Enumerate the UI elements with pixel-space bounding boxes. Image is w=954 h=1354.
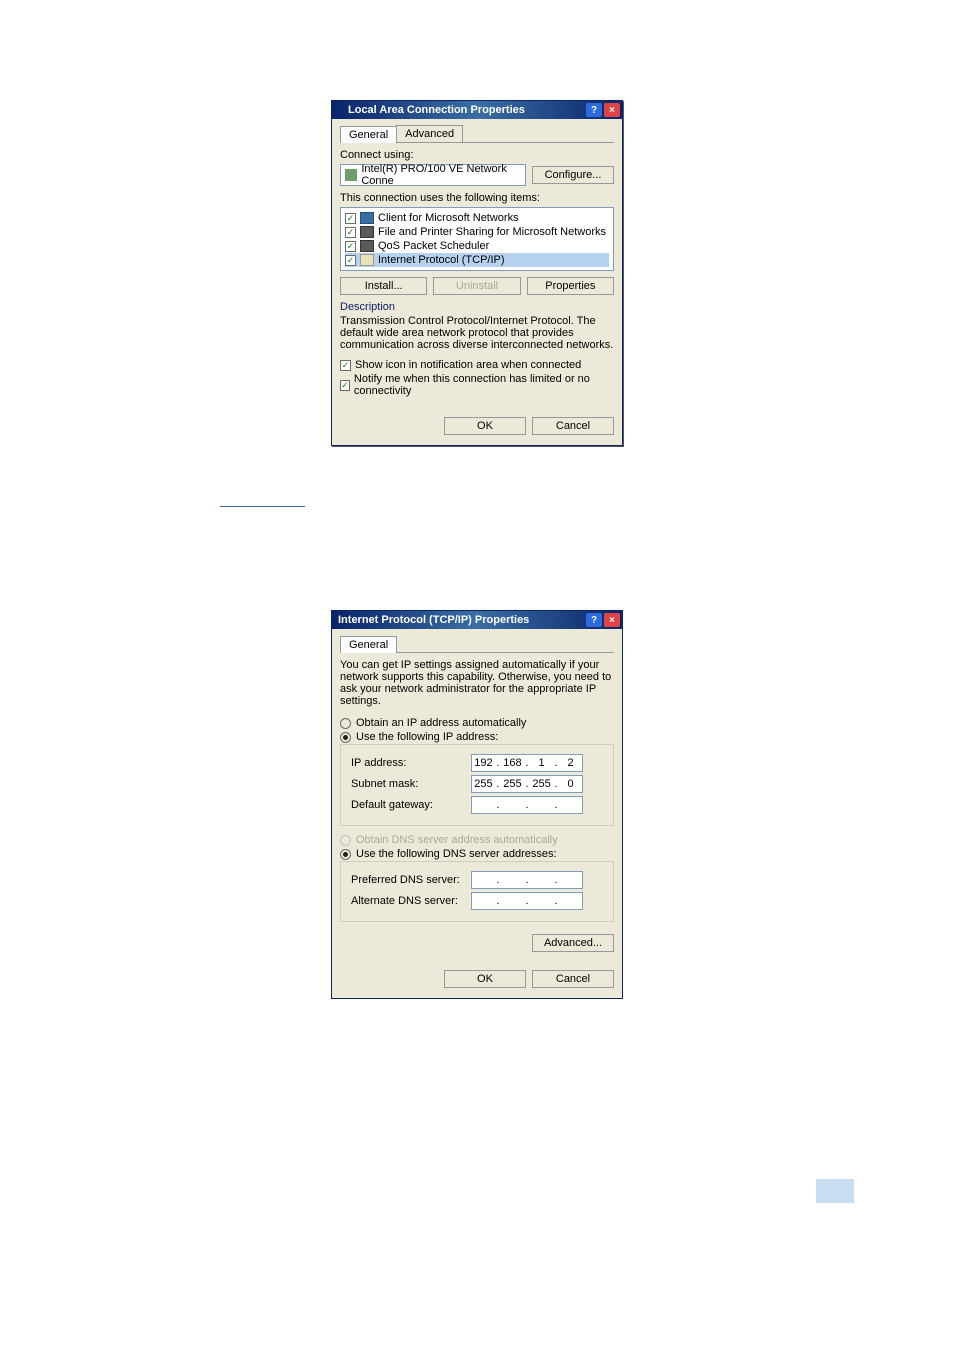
notify-label: Notify me when this connection has limit… bbox=[354, 373, 614, 397]
pref-dns-label: Preferred DNS server: bbox=[351, 874, 471, 886]
checkbox[interactable] bbox=[345, 255, 356, 266]
network-icon bbox=[334, 105, 344, 115]
obtain-ip-radio[interactable] bbox=[340, 718, 351, 729]
show-icon-label: Show icon in notification area when conn… bbox=[355, 359, 581, 371]
tcpip-properties-dialog: Internet Protocol (TCP/IP) Properties ? … bbox=[331, 610, 623, 999]
obtain-dns-label: Obtain DNS server address automatically bbox=[356, 834, 558, 846]
tab-general[interactable]: General bbox=[340, 126, 397, 143]
close-icon[interactable]: × bbox=[604, 613, 620, 627]
dns-fieldset: Preferred DNS server: . . . Alternate DN… bbox=[340, 861, 614, 922]
item-label: QoS Packet Scheduler bbox=[378, 240, 489, 252]
description-text: Transmission Control Protocol/Internet P… bbox=[340, 315, 614, 351]
items-list: Client for Microsoft Networks File and P… bbox=[340, 207, 614, 271]
show-icon-checkbox[interactable] bbox=[340, 360, 351, 371]
alt-dns-label: Alternate DNS server: bbox=[351, 895, 471, 907]
ip-fieldset: IP address: 192. 168. 1. 2 Subnet mask: … bbox=[340, 744, 614, 826]
pref-dns-input[interactable]: . . . bbox=[471, 871, 583, 889]
titlebar[interactable]: Internet Protocol (TCP/IP) Properties ? … bbox=[332, 611, 622, 629]
gateway-label: Default gateway: bbox=[351, 799, 471, 811]
install-button[interactable]: Install... bbox=[340, 277, 427, 295]
protocol-icon bbox=[360, 254, 374, 266]
ip-address-label: IP address: bbox=[351, 757, 471, 769]
items-label: This connection uses the following items… bbox=[340, 192, 614, 204]
tab-bar: General Advanced bbox=[340, 125, 614, 143]
cancel-button[interactable]: Cancel bbox=[532, 970, 614, 988]
checkbox[interactable] bbox=[345, 213, 356, 224]
tab-advanced[interactable]: Advanced bbox=[396, 125, 463, 142]
description-heading: Description bbox=[340, 301, 614, 313]
item-label: Client for Microsoft Networks bbox=[378, 212, 519, 224]
gateway-input[interactable]: . . . bbox=[471, 796, 583, 814]
help-icon[interactable]: ? bbox=[586, 103, 602, 117]
info-text: You can get IP settings assigned automat… bbox=[340, 659, 614, 707]
use-dns-label: Use the following DNS server addresses: bbox=[356, 848, 557, 860]
client-icon bbox=[360, 212, 374, 224]
lan-properties-dialog: Local Area Connection Properties ? × Gen… bbox=[331, 100, 623, 446]
help-icon[interactable]: ? bbox=[586, 613, 602, 627]
configure-button[interactable]: Configure... bbox=[532, 166, 614, 184]
item-label: Internet Protocol (TCP/IP) bbox=[378, 254, 505, 266]
uninstall-button: Uninstall bbox=[433, 277, 520, 295]
item-label: File and Printer Sharing for Microsoft N… bbox=[378, 226, 606, 238]
dialog-title: Local Area Connection Properties bbox=[344, 104, 586, 116]
instruction-blank bbox=[220, 496, 305, 507]
subnet-input[interactable]: 255. 255. 255. 0 bbox=[471, 775, 583, 793]
ok-button[interactable]: OK bbox=[444, 970, 526, 988]
list-item[interactable]: Client for Microsoft Networks bbox=[345, 211, 609, 225]
obtain-dns-radio bbox=[340, 835, 351, 846]
alt-dns-input[interactable]: . . . bbox=[471, 892, 583, 910]
tab-bar: General bbox=[340, 635, 614, 653]
obtain-ip-label: Obtain an IP address automatically bbox=[356, 717, 526, 729]
cancel-button[interactable]: Cancel bbox=[532, 417, 614, 435]
titlebar[interactable]: Local Area Connection Properties ? × bbox=[332, 101, 622, 119]
adapter-name: Intel(R) PRO/100 VE Network Conne bbox=[361, 163, 521, 187]
subnet-label: Subnet mask: bbox=[351, 778, 471, 790]
ok-button[interactable]: OK bbox=[444, 417, 526, 435]
page-number-box bbox=[816, 1179, 854, 1203]
dialog-title: Internet Protocol (TCP/IP) Properties bbox=[334, 614, 586, 626]
adapter-icon bbox=[345, 169, 357, 181]
use-ip-radio[interactable] bbox=[340, 732, 351, 743]
tab-general[interactable]: General bbox=[340, 636, 397, 653]
connect-using-label: Connect using: bbox=[340, 149, 614, 161]
notify-checkbox[interactable] bbox=[340, 380, 350, 391]
adapter-field: Intel(R) PRO/100 VE Network Conne bbox=[340, 164, 526, 186]
list-item[interactable]: File and Printer Sharing for Microsoft N… bbox=[345, 225, 609, 239]
ip-address-input[interactable]: 192. 168. 1. 2 bbox=[471, 754, 583, 772]
advanced-button[interactable]: Advanced... bbox=[532, 934, 614, 952]
service-icon bbox=[360, 240, 374, 252]
properties-button[interactable]: Properties bbox=[527, 277, 614, 295]
checkbox[interactable] bbox=[345, 241, 356, 252]
checkbox[interactable] bbox=[345, 227, 356, 238]
close-icon[interactable]: × bbox=[604, 103, 620, 117]
list-item[interactable]: QoS Packet Scheduler bbox=[345, 239, 609, 253]
service-icon bbox=[360, 226, 374, 238]
list-item[interactable]: Internet Protocol (TCP/IP) bbox=[345, 253, 609, 267]
use-ip-label: Use the following IP address: bbox=[356, 731, 498, 743]
use-dns-radio[interactable] bbox=[340, 849, 351, 860]
